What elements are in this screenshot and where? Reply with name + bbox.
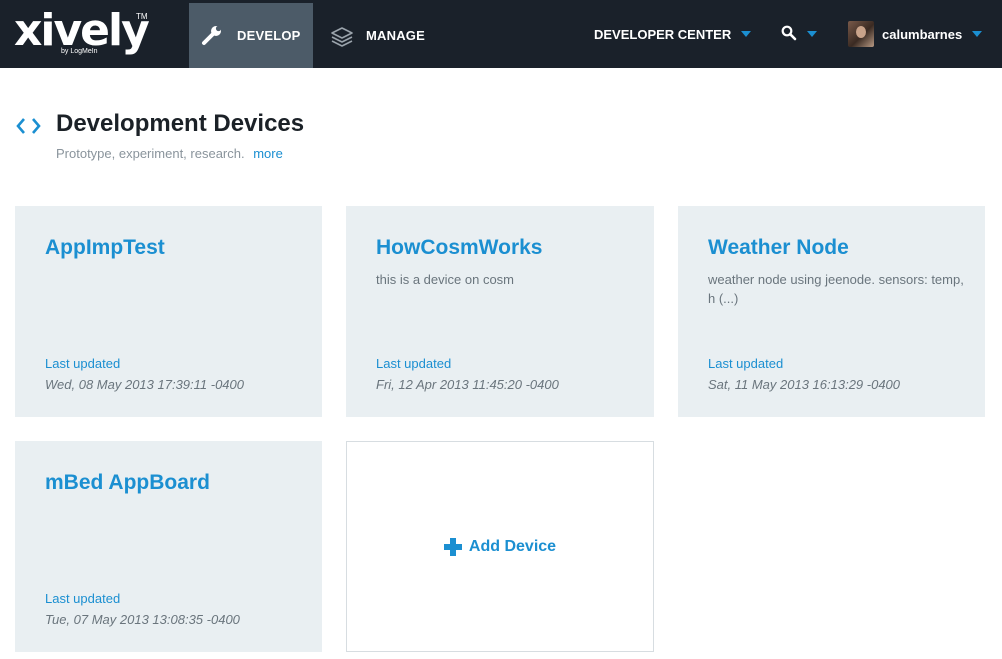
device-description: weather node using jeenode. sensors: tem… bbox=[708, 272, 964, 306]
last-updated-date: Tue, 07 May 2013 13:08:35 -0400 bbox=[45, 612, 240, 627]
user-menu[interactable]: calumbarnes bbox=[848, 0, 983, 68]
last-updated-label: Last updated bbox=[376, 356, 452, 371]
logo-trademark: TM bbox=[136, 12, 148, 21]
device-name[interactable]: HowCosmWorks bbox=[376, 236, 542, 260]
tab-manage[interactable]: MANAGE bbox=[327, 3, 447, 68]
xively-logo[interactable]: xively TM by LogMeIn bbox=[14, 6, 154, 62]
last-updated-label: Last updated bbox=[45, 591, 121, 606]
wrench-icon bbox=[200, 23, 226, 49]
device-card[interactable]: Weather Node weather node using jeenode.… bbox=[678, 206, 985, 417]
code-brackets-icon bbox=[15, 116, 43, 136]
chevron-down-icon bbox=[972, 31, 983, 37]
subtitle-text: Prototype, experiment, research. bbox=[56, 146, 245, 161]
tab-develop-label: DEVELOP bbox=[237, 28, 301, 43]
developer-center-label: DEVELOPER CENTER bbox=[594, 26, 732, 42]
developer-center-menu[interactable]: DEVELOPER CENTER bbox=[594, 0, 752, 68]
device-card[interactable]: mBed AppBoard Last updated Tue, 07 May 2… bbox=[15, 441, 322, 652]
last-updated-label: Last updated bbox=[45, 356, 121, 371]
last-updated-label: Last updated bbox=[708, 356, 784, 371]
device-name[interactable]: mBed AppBoard bbox=[45, 471, 210, 495]
add-device-button[interactable]: Add Device bbox=[346, 441, 654, 652]
more-link[interactable]: more bbox=[253, 146, 283, 161]
last-updated-date: Fri, 12 Apr 2013 11:45:20 -0400 bbox=[376, 377, 559, 392]
device-card[interactable]: AppImpTest Last updated Wed, 08 May 2013… bbox=[15, 206, 322, 417]
search-icon bbox=[781, 25, 797, 44]
device-card[interactable]: HowCosmWorks this is a device on cosm La… bbox=[346, 206, 654, 417]
device-name[interactable]: Weather Node bbox=[708, 236, 849, 260]
page-title: Development Devices bbox=[56, 110, 305, 137]
avatar bbox=[848, 21, 874, 47]
tab-manage-label: MANAGE bbox=[366, 28, 425, 43]
device-description: this is a device on cosm bbox=[376, 272, 515, 287]
username: calumbarnes bbox=[882, 26, 963, 42]
add-device-content: Add Device bbox=[443, 537, 557, 556]
top-navigation-bar: xively TM by LogMeIn DEVELOP MANAGE DEVE… bbox=[0, 0, 1002, 68]
logo-byline: by LogMeIn bbox=[61, 48, 98, 55]
chevron-down-icon bbox=[741, 31, 752, 37]
add-device-label: Add Device bbox=[468, 537, 557, 555]
device-name[interactable]: AppImpTest bbox=[45, 236, 165, 260]
layers-icon bbox=[329, 23, 355, 49]
plus-icon bbox=[443, 537, 462, 556]
last-updated-date: Wed, 08 May 2013 17:39:11 -0400 bbox=[45, 377, 244, 392]
last-updated-date: Sat, 11 May 2013 16:13:29 -0400 bbox=[708, 377, 901, 392]
tab-develop[interactable]: DEVELOP bbox=[189, 3, 313, 68]
search-menu[interactable] bbox=[781, 0, 817, 68]
page-subtitle: Prototype, experiment, research. more bbox=[56, 146, 283, 161]
chevron-down-icon bbox=[807, 31, 817, 37]
